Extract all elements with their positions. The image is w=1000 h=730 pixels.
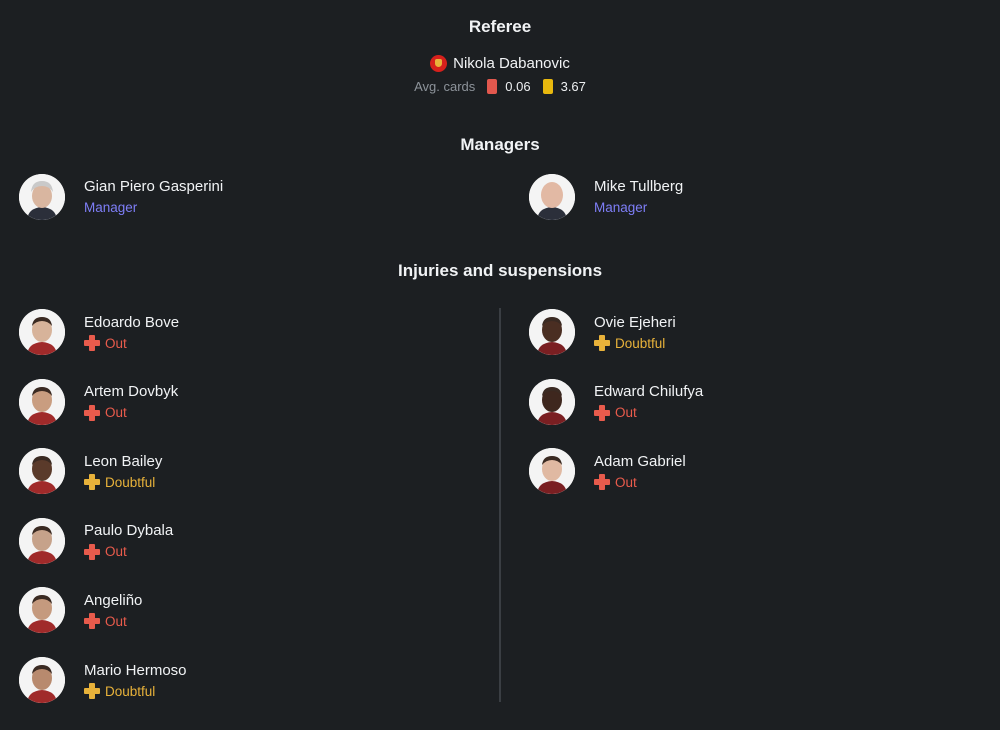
injury-status-label: Doubtful — [615, 335, 666, 351]
player-avatar — [19, 309, 65, 355]
injury-row[interactable]: Paulo Dybala Out — [19, 517, 174, 564]
injuries-title: Injuries and suspensions — [397, 261, 603, 280]
injury-status: Out — [594, 474, 686, 491]
injury-status: Doubtful — [594, 335, 676, 352]
player-avatar — [529, 448, 575, 495]
injury-status: Out — [594, 404, 703, 421]
injury-row[interactable]: Mario Hermoso Doubtful — [19, 657, 187, 703]
injury-status-label: Out — [615, 474, 637, 490]
injury-row[interactable]: Ovie Ejeheri Doubtful — [529, 309, 676, 355]
player-avatar — [19, 448, 65, 495]
player-name: Leon Bailey — [84, 452, 163, 470]
injury-status: Out — [84, 613, 142, 630]
match-info-panel: Referee Nikola Dabanovic Avg. cards 0.06… — [0, 0, 1000, 730]
player-name: Edoardo Bove — [84, 313, 180, 331]
injury-row[interactable]: Edward Chilufya Out — [529, 378, 704, 425]
plus-icon — [594, 404, 610, 421]
injury-status-label: Out — [105, 544, 127, 560]
referee-name: Nikola Dabanovic — [453, 55, 570, 72]
injury-row[interactable]: Leon Bailey Doubtful — [19, 448, 163, 495]
injury-status-label: Out — [105, 335, 127, 351]
plus-icon — [84, 474, 100, 491]
injury-status: Doubtful — [84, 474, 162, 491]
plus-icon — [84, 543, 100, 560]
player-name: Paulo Dybala — [84, 522, 174, 540]
injury-row[interactable]: Artem Dovbyk Out — [19, 378, 179, 425]
managers-title: Managers — [460, 135, 540, 154]
injury-status-label: Out — [105, 613, 127, 629]
red-card-icon — [487, 79, 498, 94]
player-avatar — [529, 378, 575, 425]
player-avatar — [19, 657, 65, 703]
player-name: Edward Chilufya — [594, 383, 704, 401]
plus-icon — [84, 683, 100, 699]
plus-icon — [594, 335, 610, 351]
plus-icon — [84, 613, 100, 630]
player-name: Mario Hermoso — [84, 661, 187, 679]
manager-avatar — [19, 174, 65, 220]
montenegro-flag-icon — [430, 55, 448, 72]
manager-avatar — [529, 174, 575, 220]
plus-icon — [84, 335, 100, 351]
injury-row[interactable]: Edoardo Bove Out — [19, 309, 179, 355]
referee-title: Referee — [468, 17, 532, 36]
player-avatar — [19, 378, 65, 425]
injury-status: Out — [84, 335, 179, 352]
red-card-average: 0.06 — [505, 79, 531, 94]
player-name: Artem Dovbyk — [84, 383, 179, 401]
injury-status-label: Out — [105, 405, 127, 421]
manager-name: Gian Piero Gasperini — [84, 178, 224, 195]
referee-row[interactable]: Nikola Dabanovic — [0, 55, 1000, 72]
plus-icon — [84, 404, 100, 421]
home-manager[interactable]: Gian Piero Gasperini Manager — [19, 174, 223, 220]
plus-icon — [594, 474, 610, 491]
injury-status-label: Doubtful — [105, 474, 156, 490]
injury-row[interactable]: Angeliño Out — [19, 587, 143, 634]
column-divider — [499, 308, 501, 702]
away-manager[interactable]: Mike Tullberg Manager — [529, 174, 683, 220]
manager-role: Manager — [84, 200, 138, 215]
player-avatar — [19, 587, 65, 634]
injury-status-label: Doubtful — [105, 683, 156, 699]
injury-status: Out — [84, 543, 173, 560]
player-avatar — [529, 309, 575, 355]
player-name: Angeliño — [84, 591, 143, 609]
player-name: Ovie Ejeheri — [594, 313, 676, 331]
injury-status-label: Out — [615, 405, 637, 421]
player-name: Adam Gabriel — [594, 452, 686, 470]
yellow-card-average: 3.67 — [560, 79, 586, 94]
yellow-card-icon — [542, 79, 553, 94]
avg-cards-label: Avg. cards — [414, 79, 476, 94]
referee-avg-cards: Avg. cards 0.06 3.67 — [0, 79, 1000, 94]
manager-name: Mike Tullberg — [594, 178, 684, 195]
injury-row[interactable]: Adam Gabriel Out — [529, 448, 686, 495]
injury-status: Doubtful — [84, 683, 187, 700]
player-avatar — [19, 517, 65, 564]
manager-role: Manager — [594, 200, 648, 215]
injury-status: Out — [84, 404, 178, 421]
